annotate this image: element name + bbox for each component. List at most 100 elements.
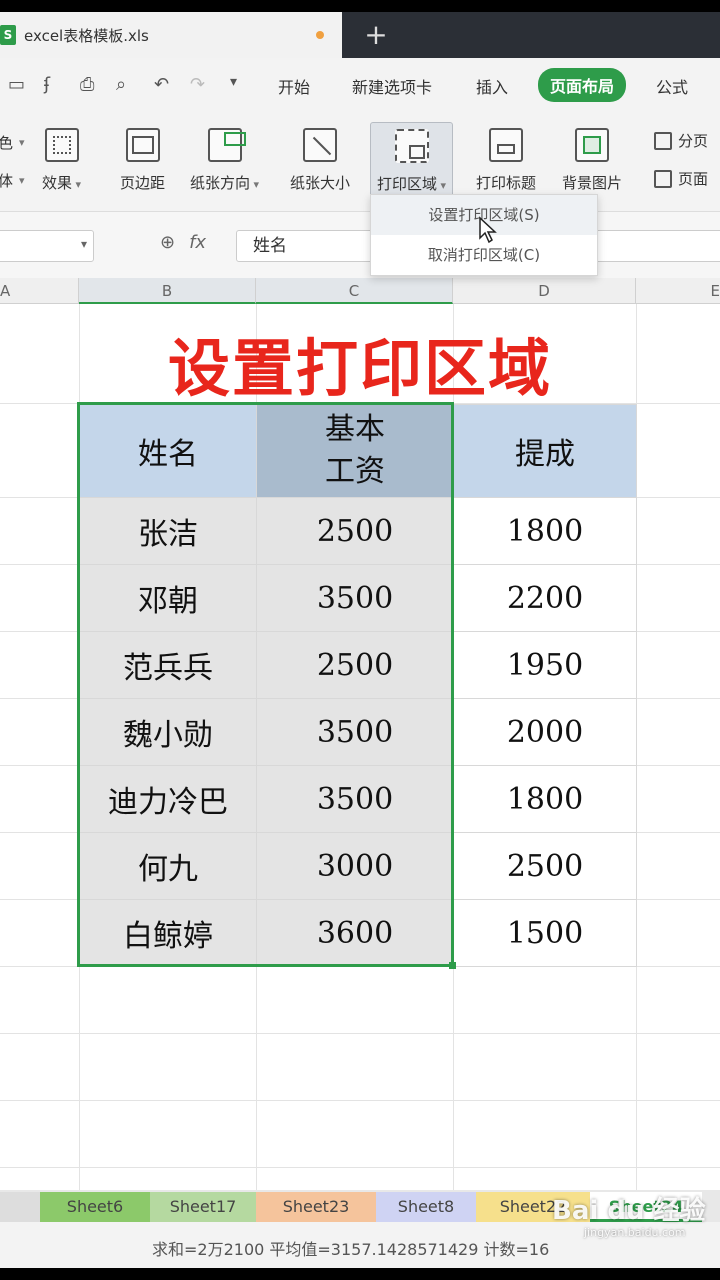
title-bar: S excel表格模板.xls + <box>0 12 720 58</box>
column-header-b[interactable]: B <box>79 278 256 304</box>
menu-page-layout[interactable]: 页面布局 <box>538 68 627 102</box>
column-header-c[interactable]: C <box>256 278 453 304</box>
table-row: 邓朝 3500 2200 <box>79 564 637 632</box>
effects-button[interactable]: 效果 ▾ <box>42 128 81 193</box>
table-row: 魏小勋 3500 2000 <box>79 698 637 766</box>
commission-cell[interactable]: 2000 <box>453 698 637 766</box>
menu-insert[interactable]: 插入 <box>476 74 508 98</box>
column-headers: A B C D E <box>0 278 720 304</box>
background-image-button[interactable]: 背景图片 <box>562 128 622 193</box>
undo-icon[interactable]: ↶ <box>154 74 169 95</box>
name-cell[interactable]: 邓朝 <box>79 564 257 632</box>
name-cell[interactable]: 范兵兵 <box>79 631 257 699</box>
theme-font-button[interactable]: 体 ▾ <box>0 170 25 191</box>
salary-cell[interactable]: 3000 <box>256 832 454 900</box>
zoom-icon[interactable]: ⊕ <box>160 232 175 253</box>
selection-statistics: 求和=2万2100 平均值=3157.1428571429 计数=16 <box>152 1240 550 1259</box>
sheet-title[interactable]: 设置打印区域 <box>80 318 640 408</box>
formula-bar: ▾ ⊕ fx 姓名 <box>0 212 720 278</box>
sheet-tab-sheet8[interactable]: Sheet8 <box>376 1192 476 1222</box>
page-break-icon <box>654 131 672 150</box>
menu-bar: ▭ ʄ ⎙ ⌕ ↶ ↷ ▾ 开始 新建选项卡 插入 页面布局 公式 <box>0 58 720 112</box>
print-area-button[interactable]: 打印区域 ▾ <box>370 122 454 199</box>
document-tab[interactable]: S excel表格模板.xls <box>0 12 342 58</box>
baidu-watermark-url: jingyan.baidu.com <box>584 1226 686 1239</box>
background-image-icon <box>575 128 609 162</box>
name-cell[interactable]: 何九 <box>79 832 257 900</box>
unsaved-dot-icon <box>316 31 324 39</box>
table-row: 白鲸婷 3600 1500 <box>79 899 637 967</box>
page-setup-button[interactable]: 页面 <box>654 168 708 189</box>
table-row: 何九 3000 2500 <box>79 832 637 900</box>
print-icon[interactable]: ⎙ <box>80 74 94 95</box>
table-row: 范兵兵 2500 1950 <box>79 631 637 699</box>
print-area-label: 打印区域 ▾ <box>377 175 447 193</box>
name-cell[interactable]: 白鲸婷 <box>79 899 257 967</box>
sheet-tab-sheet6[interactable]: Sheet6 <box>40 1192 150 1222</box>
orientation-icon <box>207 128 246 162</box>
name-box[interactable]: ▾ <box>0 230 94 262</box>
table-row: 迪力冷巴 3500 1800 <box>79 765 637 833</box>
new-tab-button[interactable]: + <box>360 18 392 51</box>
sheet-tab-sheet23[interactable]: Sheet23 <box>256 1192 376 1222</box>
selection-fill-handle[interactable] <box>449 962 456 969</box>
baidu-watermark: Bai du 经验 <box>552 1196 706 1226</box>
header-cell-name[interactable]: 姓名 <box>79 404 257 498</box>
name-cell[interactable]: 魏小勋 <box>79 698 257 766</box>
commission-cell[interactable]: 2200 <box>453 564 637 632</box>
customize-chevron-icon[interactable]: ▾ <box>230 74 237 90</box>
menu-new-tab[interactable]: 新建选项卡 <box>352 74 432 98</box>
commission-cell[interactable]: 1800 <box>453 497 637 565</box>
name-cell[interactable]: 迪力冷巴 <box>79 765 257 833</box>
print-titles-button[interactable]: 打印标题 <box>476 128 536 193</box>
column-header-d[interactable]: D <box>453 278 636 304</box>
header-cell-commission[interactable]: 提成 <box>453 404 637 498</box>
header-cell-salary[interactable]: 基本工资 <box>256 404 454 498</box>
print-area-icon <box>394 129 429 163</box>
tab-scroll-area[interactable] <box>0 1192 40 1222</box>
chevron-down-icon[interactable]: ▾ <box>81 237 87 251</box>
print-titles-icon <box>489 128 523 162</box>
salary-cell[interactable]: 2500 <box>256 497 454 565</box>
margins-label: 页边距 <box>120 174 166 192</box>
redo-icon[interactable]: ↷ <box>190 74 205 95</box>
page-setup-label: 页面 <box>678 170 709 188</box>
background-image-label: 背景图片 <box>562 174 623 192</box>
page-break-button[interactable]: 分页 <box>654 130 708 151</box>
column-header-e[interactable]: E <box>636 278 720 304</box>
commission-cell[interactable]: 1500 <box>453 899 637 967</box>
paper-size-icon <box>303 128 337 162</box>
column-header-a[interactable]: A <box>0 278 79 304</box>
salary-cell[interactable]: 3600 <box>256 899 454 967</box>
commission-cell[interactable]: 2500 <box>453 832 637 900</box>
page-setup-icon <box>654 169 672 188</box>
mouse-pointer-icon <box>479 216 497 244</box>
function-icon[interactable]: fx <box>189 232 206 253</box>
table-row: 张洁 2500 1800 <box>79 497 637 565</box>
paper-size-button[interactable]: 纸张大小 <box>290 128 350 193</box>
paper-size-label: 纸张大小 <box>290 174 351 192</box>
print-titles-label: 打印标题 <box>476 174 537 192</box>
salary-cell[interactable]: 3500 <box>256 765 454 833</box>
spreadsheet-file-icon: S <box>0 25 16 45</box>
page-break-label: 分页 <box>678 132 709 150</box>
document-tab-label: excel表格模板.xls <box>24 26 149 45</box>
save-icon[interactable]: ▭ <box>8 74 25 95</box>
margins-button[interactable]: 页边距 <box>120 128 165 193</box>
theme-color-button[interactable]: 色 ▾ <box>0 132 25 153</box>
commission-cell[interactable]: 1800 <box>453 765 637 833</box>
menu-formulas[interactable]: 公式 <box>656 74 688 98</box>
format-painter-icon[interactable]: ʄ <box>44 74 50 95</box>
effects-label: 效果 ▾ <box>42 174 82 192</box>
commission-cell[interactable]: 1950 <box>453 631 637 699</box>
effects-icon <box>44 128 79 162</box>
print-preview-icon[interactable]: ⌕ <box>116 74 126 95</box>
salary-cell[interactable]: 2500 <box>256 631 454 699</box>
salary-cell[interactable]: 3500 <box>256 698 454 766</box>
salary-cell[interactable]: 3500 <box>256 564 454 632</box>
orientation-button[interactable]: 纸张方向 ▾ <box>190 128 259 193</box>
sheet-tab-sheet17[interactable]: Sheet17 <box>150 1192 256 1222</box>
name-cell[interactable]: 张洁 <box>79 497 257 565</box>
menu-home[interactable]: 开始 <box>278 74 310 98</box>
spreadsheet-grid[interactable]: 设置打印区域 姓名 基本工资 提成 张洁 2500 1800 邓朝 3500 2200 … <box>0 304 720 1190</box>
